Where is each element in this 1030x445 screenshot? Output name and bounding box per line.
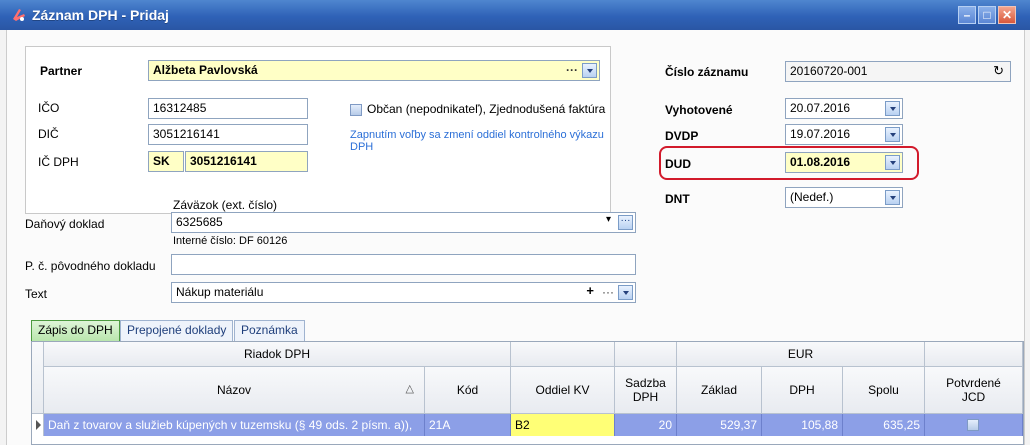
cell-kod[interactable]: 21A — [425, 414, 511, 436]
partner-combobox[interactable]: Alžbeta Pavlovská ··· — [148, 60, 600, 81]
cell-nazov[interactable]: Daň z tovarov a služieb kúpených v tuzem… — [44, 414, 425, 436]
window: Záznam DPH - Pridaj – □ ✕ Partner Alžbet… — [0, 0, 1030, 445]
cislo-value: 20160720-001 — [790, 64, 868, 78]
partner-groupbox: Partner Alžbeta Pavlovská ··· IČO 163124… — [25, 46, 611, 214]
dph-grid: Riadok DPH EUR Názov △ Kód Oddiel KV Sad… — [31, 341, 1024, 445]
window-title: Záznam DPH - Pridaj — [32, 7, 169, 23]
cell-zaklad[interactable]: 529,37 — [677, 414, 762, 436]
column-header-oddiel[interactable]: Oddiel KV — [511, 367, 615, 414]
tab-zapis-do-dph[interactable]: Zápis do DPH — [31, 320, 120, 341]
cell-dph[interactable]: 105,88 — [762, 414, 843, 436]
danovy-dropdown-arrow-icon[interactable]: ▾ — [606, 214, 611, 225]
dud-date-input[interactable]: 01.08.2016 — [785, 152, 903, 173]
danovy-combobox[interactable]: 6325685 ▾ ··· — [171, 212, 636, 233]
povodny-input[interactable] — [171, 254, 636, 275]
column-header-sadzba[interactable]: Sadzba DPH — [615, 367, 677, 414]
citizen-option-label: Občan (nepodnikateľ), Zjednodušená faktú… — [367, 102, 606, 116]
column-header-dph[interactable]: DPH — [762, 367, 843, 414]
dud-value: 01.08.2016 — [790, 155, 851, 169]
column-nazov-label: Názov — [216, 383, 251, 397]
column-header-potvrdene[interactable]: Potvrdené JCD — [925, 367, 1023, 414]
dnt-dropdown-icon[interactable] — [885, 190, 900, 205]
dic-input[interactable]: 3051216141 — [148, 124, 308, 145]
tab-prepojene-doklady[interactable]: Prepojené doklady — [120, 320, 234, 341]
icdph-prefix-input[interactable]: SK — [148, 151, 184, 172]
group-header-riadok: Riadok DPH — [44, 342, 511, 367]
group-header-eur: EUR — [677, 342, 925, 367]
cislo-input[interactable]: 20160720-001 ↻ — [785, 61, 1011, 82]
column-header-zaklad[interactable]: Základ — [677, 367, 762, 414]
partner-more-icon[interactable]: ··· — [566, 63, 578, 77]
partner-label: Partner — [40, 64, 83, 78]
grid-corner — [32, 342, 44, 414]
cell-oddiel[interactable]: B2 — [511, 414, 615, 436]
table-row[interactable]: Daň z tovarov a služieb kúpených v tuzem… — [32, 414, 1023, 436]
minimize-icon: – — [963, 8, 971, 22]
povodny-label: P. č. pôvodného dokladu — [25, 259, 156, 273]
danovy-label: Daňový doklad — [25, 217, 105, 231]
close-icon: ✕ — [1001, 8, 1013, 22]
text-more-icon[interactable]: ··· — [602, 285, 614, 299]
column-header-spolu[interactable]: Spolu — [843, 367, 925, 414]
column-header-nazov[interactable]: Názov △ — [44, 367, 425, 414]
danovy-value: 6325685 — [176, 215, 223, 229]
cislo-label: Číslo záznamu — [665, 65, 749, 79]
dvdp-value: 19.07.2016 — [790, 127, 851, 141]
maximize-button[interactable]: □ — [978, 6, 996, 24]
sort-asc-icon[interactable]: △ — [406, 382, 414, 395]
group-header-empty-3 — [925, 342, 1023, 367]
danovy-browse-icon[interactable]: ··· — [618, 215, 633, 230]
dvdp-label: DVDP — [665, 129, 699, 143]
danovy-header-label: Záväzok (ext. číslo) — [173, 198, 278, 212]
partner-dropdown-icon[interactable] — [582, 63, 597, 78]
cell-potvrdene[interactable] — [925, 414, 1023, 436]
column-header-kod[interactable]: Kód — [425, 367, 511, 414]
maximize-icon: □ — [983, 8, 991, 22]
app-icon — [13, 9, 25, 21]
vyhotovene-dropdown-icon[interactable] — [885, 101, 900, 116]
close-button[interactable]: ✕ — [998, 6, 1016, 24]
dialog-content: Partner Alžbeta Pavlovská ··· IČO 163124… — [6, 30, 1025, 445]
title-bar: Záznam DPH - Pridaj – □ ✕ — [0, 0, 1030, 30]
vyhotovene-date-input[interactable]: 20.07.2016 — [785, 98, 903, 119]
dvdp-dropdown-icon[interactable] — [885, 127, 900, 142]
group-header-empty-2 — [615, 342, 677, 367]
dud-dropdown-icon[interactable] — [885, 155, 900, 170]
citizen-option-hint: Zapnutím voľby sa zmení oddiel kontrolné… — [350, 129, 604, 153]
group-header-empty-1 — [511, 342, 615, 367]
ico-input[interactable]: 16312485 — [148, 98, 308, 119]
danovy-internal-number: Interné číslo: DF 60126 — [173, 235, 288, 247]
potvrdene-checkbox[interactable] — [967, 419, 979, 431]
dvdp-date-input[interactable]: 19.07.2016 — [785, 124, 903, 145]
icdph-input[interactable]: 3051216141 — [185, 151, 308, 172]
tab-poznamka[interactable]: Poznámka — [234, 320, 305, 341]
add-icon[interactable]: + — [586, 283, 594, 298]
dnt-label: DNT — [665, 192, 690, 206]
icdph-label: IČ DPH — [38, 155, 79, 169]
vyhotovene-value: 20.07.2016 — [790, 101, 851, 115]
cell-sadzba[interactable]: 20 — [615, 414, 677, 436]
dnt-select[interactable]: (Nedef.) — [785, 187, 903, 208]
text-dropdown-icon[interactable] — [618, 285, 633, 300]
ico-label: IČO — [38, 101, 60, 115]
row-indicator-icon — [32, 414, 44, 436]
vyhotovene-label: Vyhotovené — [665, 103, 733, 117]
cell-spolu[interactable]: 635,25 — [843, 414, 925, 436]
text-value: Nákup materiálu — [176, 285, 264, 299]
refresh-icon[interactable]: ↻ — [993, 63, 1004, 79]
dic-label: DIČ — [38, 127, 59, 141]
partner-value: Alžbeta Pavlovská — [153, 63, 258, 77]
text-combobox[interactable]: Nákup materiálu + ··· — [171, 282, 636, 303]
citizen-checkbox[interactable] — [350, 104, 362, 116]
minimize-button[interactable]: – — [958, 6, 976, 24]
dnt-value: (Nedef.) — [790, 190, 834, 204]
text-label: Text — [25, 287, 48, 301]
grid-header: Riadok DPH EUR Názov △ Kód Oddiel KV Sad… — [32, 342, 1023, 414]
dud-label: DUD — [665, 157, 691, 171]
